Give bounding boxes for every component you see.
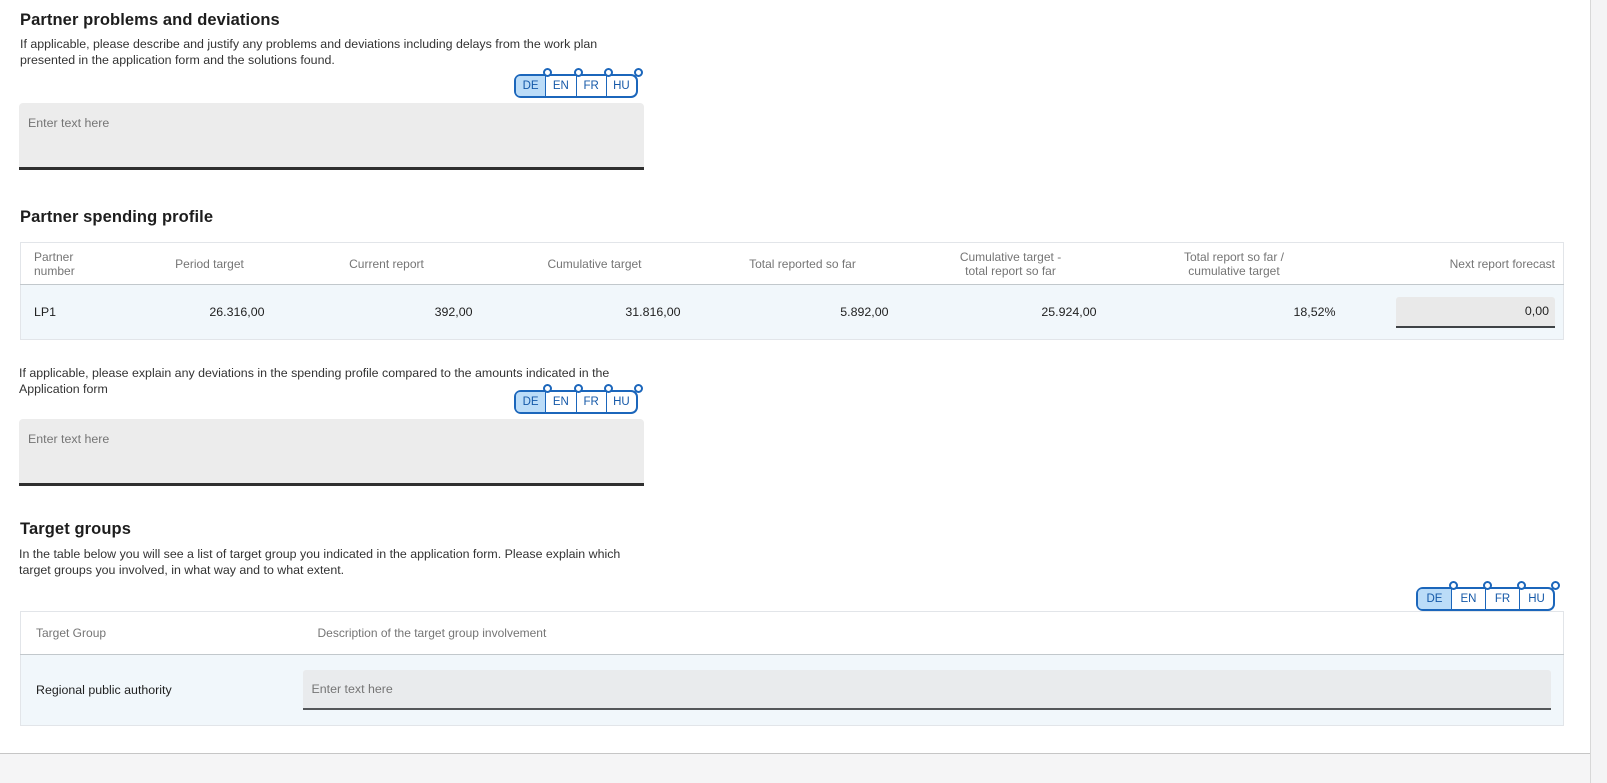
translation-status-icon <box>1483 581 1492 590</box>
translation-status-icon <box>574 384 583 393</box>
section-description-partner-problems: If applicable, please describe and justi… <box>20 37 634 69</box>
language-tab-label: HU <box>613 396 630 408</box>
language-tab-label: HU <box>613 80 630 92</box>
language-tab-hu[interactable]: HU <box>606 392 636 412</box>
section-title-partner-problems: Partner problems and deviations <box>20 11 280 30</box>
translation-status-icon <box>574 68 583 77</box>
cell-target-group-description <box>303 655 1564 726</box>
cell-cumulative-target: 31.816,00 <box>491 285 699 340</box>
section-title-target-groups: Target groups <box>20 520 131 539</box>
page-footer-strip <box>0 753 1607 783</box>
table-row-lp1: LP1 26.316,00 392,00 31.816,00 5.892,00 … <box>21 285 1564 340</box>
translation-status-icon <box>634 384 643 393</box>
problems-deviations-textarea[interactable] <box>19 103 644 170</box>
table-header-row: Partner number Period target Current rep… <box>21 243 1564 285</box>
spending-profile-table: Partner number Period target Current rep… <box>20 242 1564 340</box>
language-tab-label: FR <box>1495 593 1510 605</box>
language-tab-label: EN <box>1461 593 1477 605</box>
table-header-row: Target Group Description of the target g… <box>21 612 1564 655</box>
next-report-forecast-input[interactable] <box>1396 297 1555 328</box>
cell-cumulative-minus-total: 25.924,00 <box>907 285 1115 340</box>
translation-status-icon <box>1551 581 1560 590</box>
language-tab-en[interactable]: EN <box>545 392 575 412</box>
translation-status-icon <box>1517 581 1526 590</box>
right-scroll-gutter <box>1590 0 1607 783</box>
language-switcher: DE EN FR HU <box>514 74 638 98</box>
translation-status-icon <box>604 68 613 77</box>
col-header-next-report-forecast: Next report forecast <box>1354 243 1564 285</box>
cell-total-over-cumulative: 18,52% <box>1115 285 1354 340</box>
col-header-total-over-cumulative: Total report so far / cumulative target <box>1115 243 1354 285</box>
col-header-partner-number: Partner number <box>21 243 137 285</box>
cell-current-report: 392,00 <box>283 285 491 340</box>
translation-status-icon <box>604 384 613 393</box>
language-tab-hu[interactable]: HU <box>1519 589 1553 609</box>
language-tab-hu[interactable]: HU <box>606 76 636 96</box>
cell-period-target: 26.316,00 <box>137 285 283 340</box>
translation-status-icon <box>1449 581 1458 590</box>
language-tab-en[interactable]: EN <box>1451 589 1485 609</box>
language-tab-label: DE <box>523 80 539 92</box>
section-description-target-groups: In the table below you will see a list o… <box>19 547 646 579</box>
language-tab-label: HU <box>1528 593 1545 605</box>
language-tab-label: EN <box>553 396 569 408</box>
language-tab-label: DE <box>523 396 539 408</box>
language-tab-label: FR <box>583 80 598 92</box>
target-group-description-input[interactable] <box>303 670 1551 710</box>
language-tab-label: EN <box>553 80 569 92</box>
col-header-target-group: Target Group <box>21 612 303 655</box>
language-tab-fr[interactable]: FR <box>576 392 606 412</box>
language-tab-en[interactable]: EN <box>545 76 575 96</box>
language-tab-de[interactable]: DE <box>1418 589 1451 609</box>
language-tab-fr[interactable]: FR <box>1485 589 1519 609</box>
language-tab-label: FR <box>583 396 598 408</box>
section-title-spending-profile: Partner spending profile <box>20 208 213 227</box>
cell-partner-number: LP1 <box>21 285 137 340</box>
col-header-cumulative-target: Cumulative target <box>491 243 699 285</box>
translation-status-icon <box>634 68 643 77</box>
language-tab-de[interactable]: DE <box>516 76 545 96</box>
language-tab-fr[interactable]: FR <box>576 76 606 96</box>
col-header-target-group-description: Description of the target group involvem… <box>303 612 1564 655</box>
col-header-total-reported-so-far: Total reported so far <box>699 243 907 285</box>
cell-total-reported-so-far: 5.892,00 <box>699 285 907 340</box>
language-switcher: DE EN FR HU <box>514 390 638 414</box>
spending-deviation-textarea[interactable] <box>19 419 644 486</box>
table-row-target-group: Regional public authority <box>21 655 1564 726</box>
cell-target-group-name: Regional public authority <box>21 655 303 726</box>
target-groups-table: Target Group Description of the target g… <box>20 611 1564 726</box>
language-tab-de[interactable]: DE <box>516 392 545 412</box>
language-tab-label: DE <box>1427 593 1443 605</box>
col-header-current-report: Current report <box>283 243 491 285</box>
cell-next-report-forecast <box>1354 285 1564 340</box>
col-header-cumulative-minus-total: Cumulative target - total report so far <box>907 243 1115 285</box>
col-header-period-target: Period target <box>137 243 283 285</box>
language-switcher: DE EN FR HU <box>1416 587 1555 611</box>
partner-report-page: Partner problems and deviations If appli… <box>0 0 1607 783</box>
